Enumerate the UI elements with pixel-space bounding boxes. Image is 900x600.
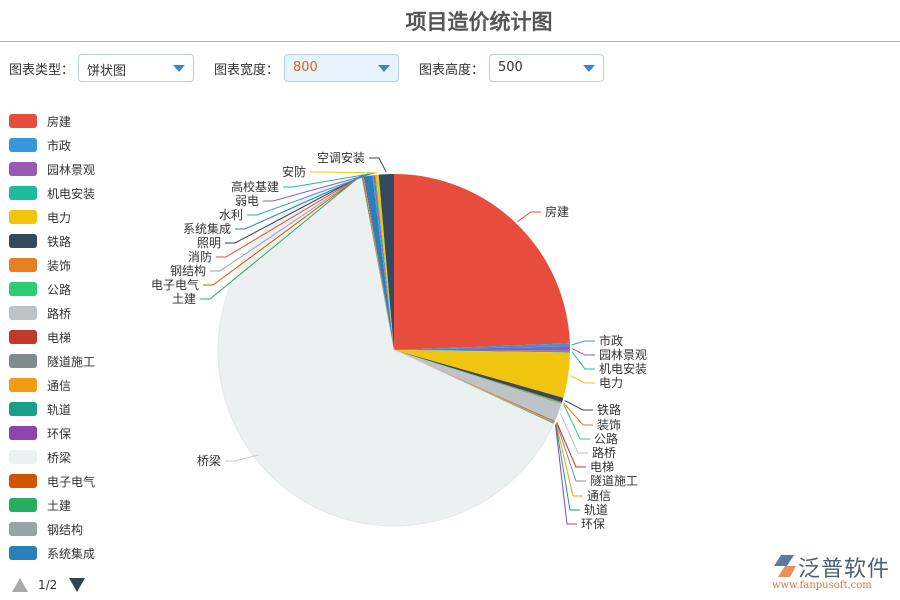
slice-label: 消防 — [188, 249, 212, 264]
slice-label: 电力 — [599, 376, 623, 390]
slice-label: 通信 — [587, 489, 611, 503]
slice-label: 机电安装 — [599, 361, 647, 376]
slice-label: 轨道 — [584, 503, 608, 517]
label-line — [564, 404, 590, 439]
slice-label: 市政 — [599, 333, 623, 348]
slice-label: 电子电气 — [151, 277, 199, 292]
slice-label: 水利 — [219, 208, 243, 222]
slice-label: 环保 — [581, 517, 605, 531]
logo-name: 泛普软件 — [798, 551, 890, 583]
slice-label: 系统集成 — [183, 221, 231, 236]
slice-label: 土建 — [172, 292, 196, 306]
slice-label: 房建 — [545, 204, 569, 219]
slice-label: 照明 — [197, 236, 221, 250]
label-line — [225, 455, 259, 461]
slice-label: 铁路 — [597, 402, 621, 417]
slice-label: 桥梁 — [197, 453, 221, 468]
label-line — [517, 212, 541, 222]
slice-label: 弱电 — [235, 194, 259, 208]
label-line — [310, 172, 377, 173]
slice-label: 钢结构 — [170, 263, 206, 278]
slice-label: 隧道施工 — [590, 473, 638, 488]
slice-label: 路桥 — [592, 445, 616, 460]
slice-label: 电梯 — [590, 460, 614, 474]
slice-label: 空调安装 — [317, 150, 365, 165]
pie-chart: 房建市政园林景观机电安装电力铁路装饰公路路桥电梯隧道施工通信轨道环保 桥梁 土建电子… — [0, 0, 900, 600]
slice-label: 高校基建 — [231, 179, 279, 194]
label-line — [570, 376, 595, 383]
pie-slice-房建[interactable] — [394, 174, 570, 350]
slice-label: 园林景观 — [599, 348, 647, 362]
label-line — [572, 349, 595, 355]
slice-label: 安防 — [282, 164, 306, 179]
slice-label: 公路 — [594, 431, 618, 446]
slice-label: 装饰 — [597, 418, 621, 432]
label-line — [572, 341, 595, 345]
logo-icon — [770, 553, 798, 579]
label-line — [369, 158, 386, 172]
logo-url: www.fanpusoft.com — [772, 580, 872, 591]
